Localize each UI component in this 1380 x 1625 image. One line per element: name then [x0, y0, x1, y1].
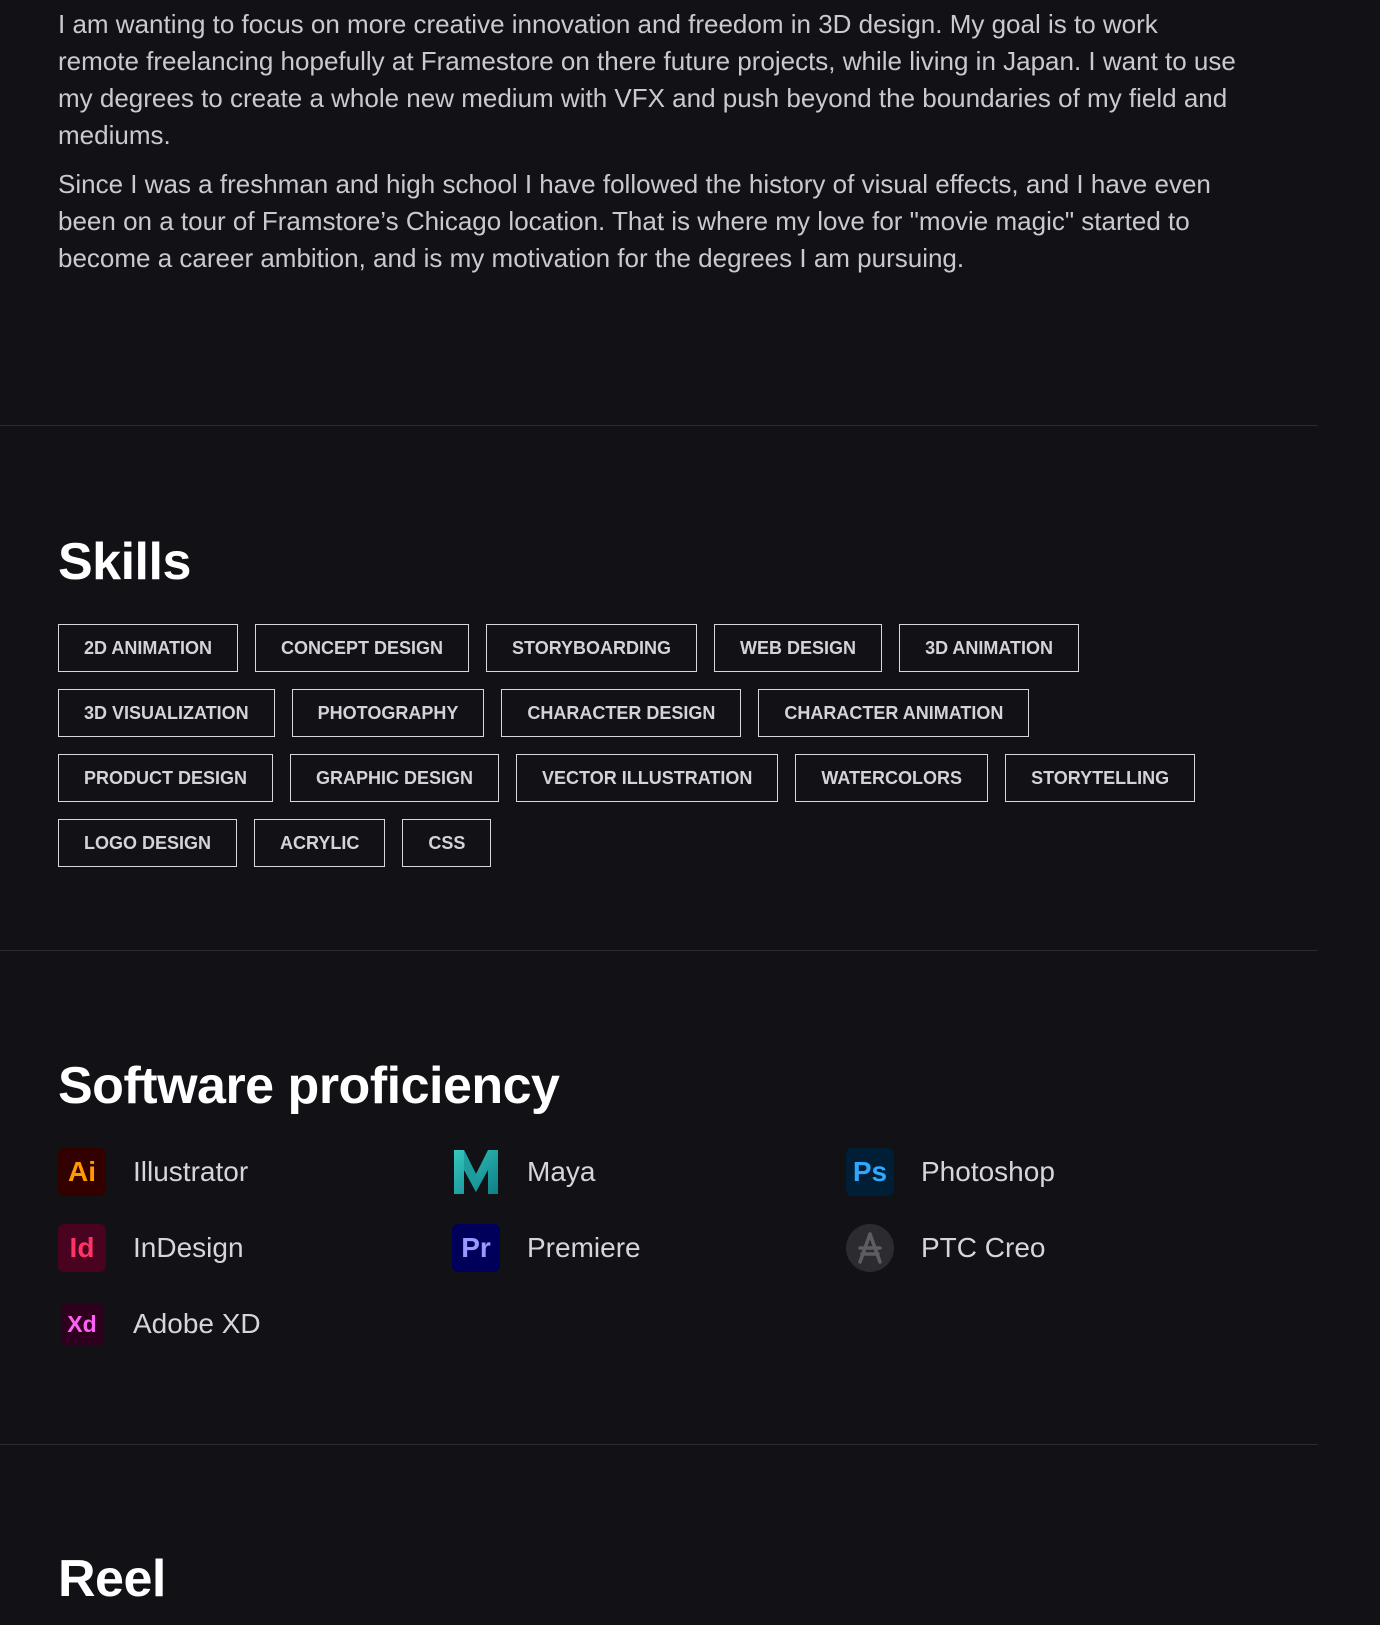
software-item: Maya — [452, 1148, 846, 1196]
software-item: Ps Photoshop — [846, 1148, 1240, 1196]
skill-row: 3D VISUALIZATION PHOTOGRAPHY CHARACTER D… — [58, 689, 1258, 737]
skills-heading: Skills — [58, 533, 191, 591]
section-divider — [0, 950, 1318, 951]
software-name: InDesign — [133, 1232, 244, 1263]
skill-tag: 3D VISUALIZATION — [58, 689, 275, 737]
skill-row: LOGO DESIGN ACRYLIC CSS — [58, 819, 1258, 867]
photoshop-icon: Ps — [846, 1148, 894, 1196]
skill-tag: WEB DESIGN — [714, 624, 883, 672]
skill-row: PRODUCT DESIGN GRAPHIC DESIGN VECTOR ILL… — [58, 754, 1258, 802]
illustrator-icon: Ai — [58, 1148, 106, 1196]
software-item: Pr Premiere — [452, 1224, 846, 1272]
ptc-creo-icon — [846, 1224, 894, 1272]
software-name: Illustrator — [133, 1156, 249, 1187]
skill-tag: CSS — [402, 819, 492, 867]
software-list: Ai Illustrator Maya Ps Photoshop Id InDe… — [58, 1148, 1258, 1348]
software-heading: Software proficiency — [58, 1057, 560, 1115]
software-item: Id InDesign — [58, 1224, 452, 1272]
skill-tag: STORYTELLING — [1005, 754, 1196, 802]
premiere-icon: Pr — [452, 1224, 500, 1272]
skill-row: 2D ANIMATION CONCEPT DESIGN STORYBOARDIN… — [58, 624, 1258, 672]
software-item: Xd Adobe XD — [58, 1300, 452, 1348]
indesign-icon: Id — [58, 1224, 106, 1272]
skill-tag: 3D ANIMATION — [899, 624, 1080, 672]
software-name: PTC Creo — [921, 1232, 1046, 1263]
skill-tag: PRODUCT DESIGN — [58, 754, 274, 802]
skill-tag: CHARACTER ANIMATION — [758, 689, 1030, 737]
skill-tag: VECTOR ILLUSTRATION — [516, 754, 779, 802]
skill-tag: WATERCOLORS — [795, 754, 989, 802]
software-name: Premiere — [527, 1232, 641, 1263]
section-divider — [0, 1444, 1318, 1445]
reel-heading: Reel — [58, 1550, 166, 1608]
skill-tag: GRAPHIC DESIGN — [290, 754, 500, 802]
skill-tag: LOGO DESIGN — [58, 819, 238, 867]
software-item: Ai Illustrator — [58, 1148, 452, 1196]
software-name: Photoshop — [921, 1156, 1055, 1187]
intro-section: I am wanting to focus on more creative i… — [58, 6, 1238, 289]
intro-paragraph: Since I was a freshman and high school I… — [58, 169, 1211, 273]
skill-tag: ACRYLIC — [254, 819, 386, 867]
section-divider — [0, 425, 1318, 426]
intro-paragraph: I am wanting to focus on more creative i… — [58, 9, 1236, 150]
page: I am wanting to focus on more creative i… — [0, 0, 1380, 1625]
software-name: Adobe XD — [133, 1308, 261, 1339]
skills-tag-list: 2D ANIMATION CONCEPT DESIGN STORYBOARDIN… — [58, 624, 1258, 884]
maya-icon — [452, 1148, 500, 1196]
skill-tag: CONCEPT DESIGN — [255, 624, 470, 672]
software-item: PTC Creo — [846, 1224, 1240, 1272]
adobe-xd-icon: Xd — [61, 1303, 103, 1345]
skill-tag: STORYBOARDING — [486, 624, 698, 672]
skill-tag: CHARACTER DESIGN — [501, 689, 742, 737]
skill-tag: PHOTOGRAPHY — [291, 689, 485, 737]
software-name: Maya — [527, 1156, 596, 1187]
skill-tag: 2D ANIMATION — [58, 624, 238, 672]
